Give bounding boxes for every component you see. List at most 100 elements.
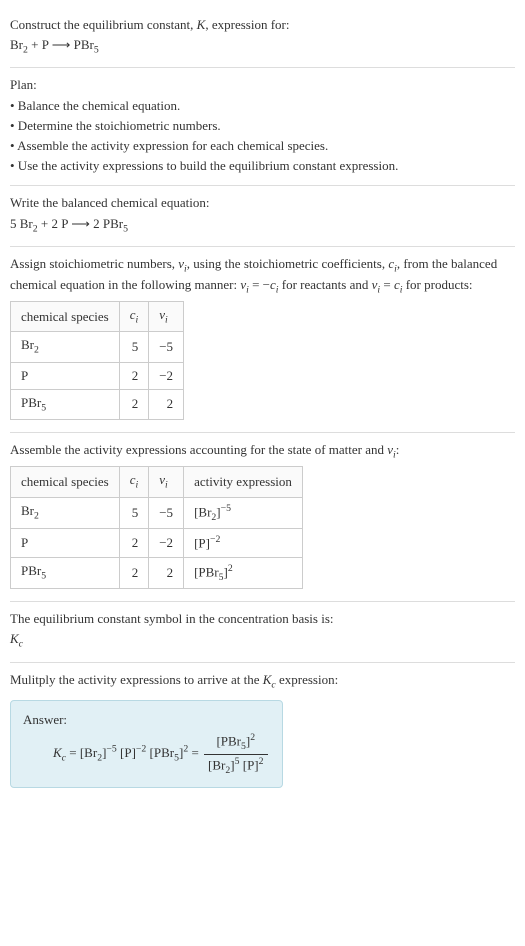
- subscript: 2: [34, 345, 39, 356]
- subscript: 2: [211, 512, 216, 523]
- intro-text: Construct the equilibrium constant,: [10, 17, 197, 32]
- answer-expression: Kc = [Br2]−5 [P]−2 [PBr5]2 = [PBr5]2 [Br…: [53, 731, 270, 777]
- cell-c: 2: [119, 529, 149, 558]
- plus: + P: [28, 37, 52, 52]
- answer-box: Answer: Kc = [Br2]−5 [P]−2 [PBr5]2 = [PB…: [10, 700, 283, 788]
- text: PBr: [21, 395, 41, 410]
- col-nui: νi: [149, 467, 184, 497]
- k-symbol: K: [10, 631, 19, 646]
- intro-section: Construct the equilibrium constant, K, e…: [10, 8, 515, 68]
- exponent: 2: [259, 756, 264, 767]
- text: = −: [249, 277, 270, 292]
- exponent: 2: [228, 563, 233, 574]
- text: Assemble the activity expressions accoun…: [10, 442, 387, 457]
- cell-c: 2: [119, 557, 149, 589]
- arrow-icon: ⟶: [52, 37, 71, 52]
- exponent: −5: [106, 744, 116, 755]
- col-species: chemical species: [11, 467, 120, 497]
- multiply-title: Mulitply the activity expressions to arr…: [10, 671, 515, 692]
- kc-symbol-section: The equilibrium constant symbol in the c…: [10, 602, 515, 662]
- text: [Br: [194, 504, 211, 519]
- subscript: 2: [225, 765, 230, 776]
- cell-v: −5: [149, 332, 184, 362]
- subscript: 5: [41, 403, 46, 414]
- text: for reactants and: [279, 277, 372, 292]
- cell-v: 2: [149, 557, 184, 589]
- plus: + 2 P: [38, 216, 72, 231]
- subscript: i: [165, 315, 168, 326]
- subscript: 2: [97, 753, 102, 764]
- subscript: 2: [34, 511, 39, 522]
- text: Br: [21, 337, 34, 352]
- arrow-icon: ⟶: [71, 216, 90, 231]
- text: , using the stoichiometric coefficients,: [187, 256, 389, 271]
- subscript: 5: [174, 753, 179, 764]
- balanced-title: Write the balanced chemical equation:: [10, 194, 515, 212]
- stoich-table: chemical species ci νi Br2 5 −5 P 2 −2 P…: [10, 301, 184, 420]
- table-row: P 2 −2: [11, 362, 184, 389]
- term: [Br: [208, 757, 225, 772]
- stoich-title: Assign stoichiometric numbers, νi, using…: [10, 255, 515, 297]
- intro-line: Construct the equilibrium constant, K, e…: [10, 16, 515, 34]
- term: [P]: [117, 745, 136, 760]
- col-nui: νi: [149, 302, 184, 332]
- subscript: 5: [94, 45, 99, 56]
- text: [P]: [194, 536, 210, 551]
- cell-species: Br2: [11, 497, 120, 529]
- table-row: P 2 −2 [P]−2: [11, 529, 303, 558]
- intro-text-b: , expression for:: [205, 17, 289, 32]
- subscript: 5: [123, 223, 128, 234]
- activity-section: Assemble the activity expressions accoun…: [10, 433, 515, 602]
- plan-bullet: • Assemble the activity expression for e…: [10, 137, 515, 155]
- balanced-section: Write the balanced chemical equation: 5 …: [10, 186, 515, 246]
- plan-title: Plan:: [10, 76, 515, 94]
- k-symbol: K: [53, 745, 62, 760]
- subscript: i: [136, 315, 139, 326]
- fraction: [PBr5]2 [Br2]5 [P]2: [204, 731, 267, 777]
- term: [PBr: [216, 733, 241, 748]
- activity-title: Assemble the activity expressions accoun…: [10, 441, 515, 462]
- table-header-row: chemical species ci νi activity expressi…: [11, 467, 303, 497]
- species: Br: [10, 37, 23, 52]
- col-ci: ci: [119, 302, 149, 332]
- exponent: −5: [221, 503, 231, 514]
- cell-species: PBr5: [11, 557, 120, 589]
- answer-label: Answer:: [23, 711, 270, 729]
- term: [Br: [80, 745, 97, 760]
- text: PBr: [21, 563, 41, 578]
- col-ci: ci: [119, 467, 149, 497]
- table-row: Br2 5 −5: [11, 332, 184, 362]
- equals: =: [66, 745, 80, 760]
- text: for products:: [402, 277, 472, 292]
- col-activity: activity expression: [184, 467, 303, 497]
- text: expression:: [276, 672, 338, 687]
- kc-title: The equilibrium constant symbol in the c…: [10, 610, 515, 628]
- subscript: i: [136, 480, 139, 491]
- table-row: PBr5 2 2 [PBr5]2: [11, 557, 303, 589]
- coef-species: 5 Br: [10, 216, 33, 231]
- text: Assign stoichiometric numbers,: [10, 256, 178, 271]
- coef-species: 2 PBr: [90, 216, 123, 231]
- subscript: i: [165, 480, 168, 491]
- term: [PBr: [146, 745, 174, 760]
- subscript: 5: [241, 741, 246, 752]
- cell-c: 5: [119, 332, 149, 362]
- activity-table: chemical species ci νi activity expressi…: [10, 466, 303, 589]
- cell-species: Br2: [11, 332, 120, 362]
- cell-c: 2: [119, 362, 149, 389]
- multiply-section: Mulitply the activity expressions to arr…: [10, 663, 515, 797]
- text: Br: [21, 503, 34, 518]
- cell-v: −2: [149, 529, 184, 558]
- cell-c: 2: [119, 389, 149, 419]
- subscript: 5: [219, 572, 224, 583]
- text: =: [380, 277, 394, 292]
- stoich-section: Assign stoichiometric numbers, νi , using…: [10, 247, 515, 433]
- cell-v: 2: [149, 389, 184, 419]
- cell-v: −2: [149, 362, 184, 389]
- plan-bullet: • Use the activity expressions to build …: [10, 157, 515, 175]
- denominator: [Br2]5 [P]2: [204, 755, 267, 778]
- intro-equation: Br2 + P ⟶ PBr5: [10, 36, 515, 57]
- cell-c: 5: [119, 497, 149, 529]
- cell-species: PBr5: [11, 389, 120, 419]
- exponent: 2: [250, 732, 255, 743]
